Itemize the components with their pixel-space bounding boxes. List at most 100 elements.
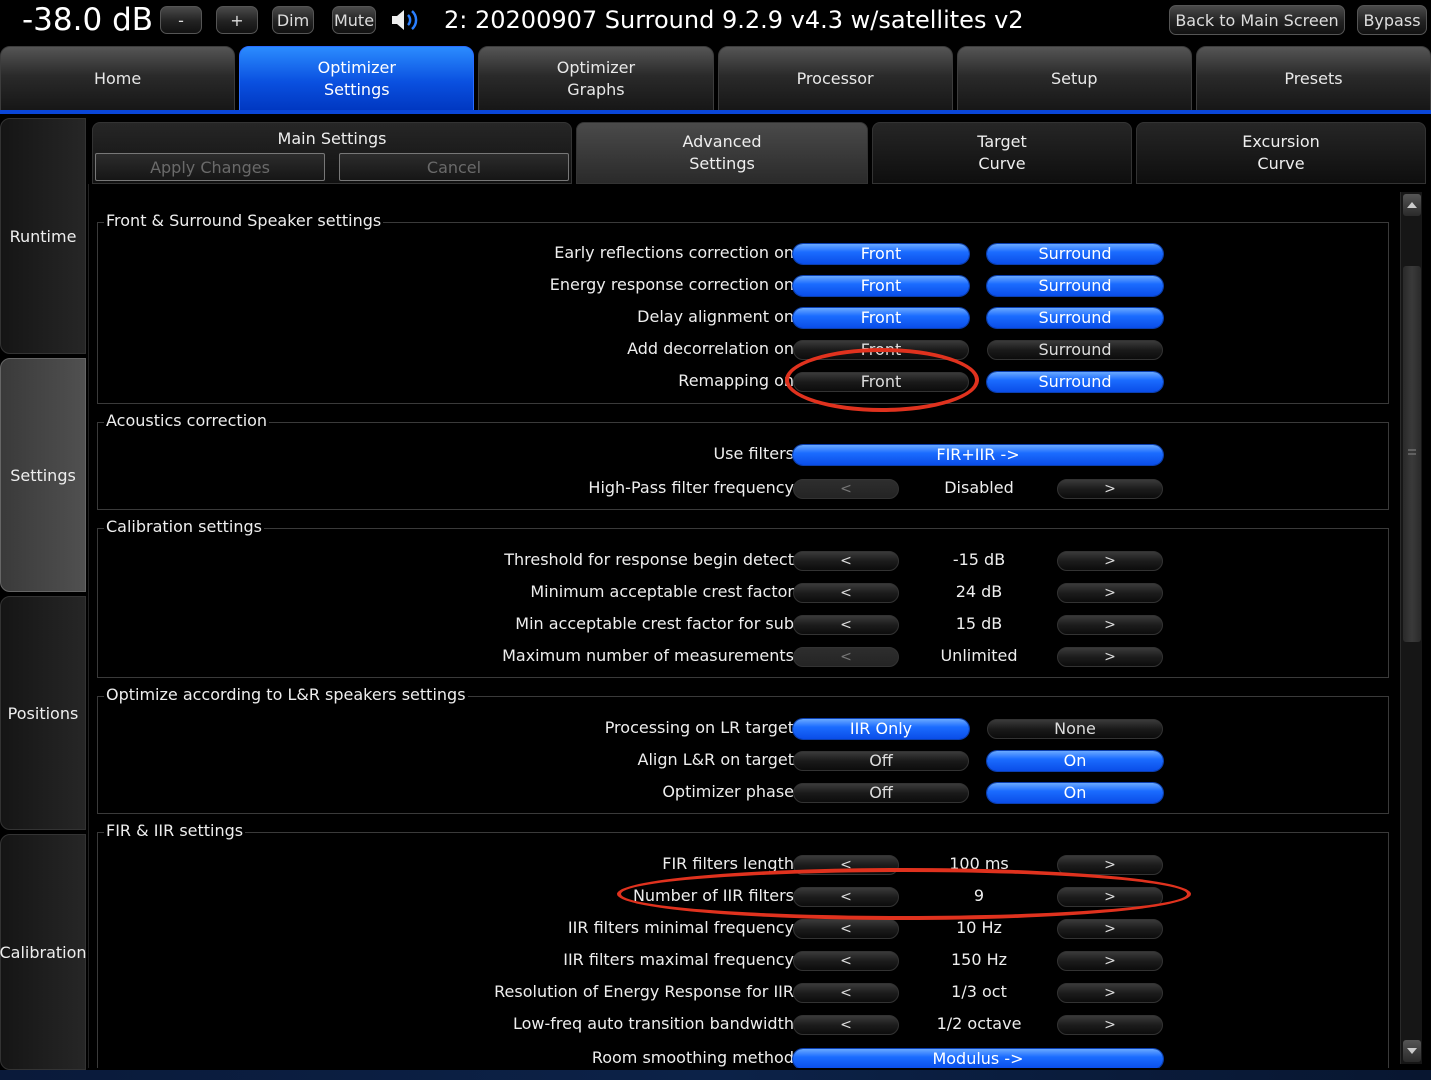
front-toggle[interactable]: Front <box>793 308 969 328</box>
side-tab-runtime[interactable]: Runtime <box>0 118 86 354</box>
tab-main-settings[interactable]: Main Settings Apply Changes Cancel <box>92 122 572 184</box>
side-tab-positions[interactable]: Positions <box>0 596 86 830</box>
row-label: Processing on LR target <box>604 718 794 737</box>
use-filters-selector[interactable]: FIR+IIR -> <box>793 445 1163 465</box>
iir-only-toggle[interactable]: IIR Only <box>793 719 969 739</box>
row-label: IIR filters maximal frequency <box>563 950 794 969</box>
side-tab-calibration[interactable]: Calibration <box>0 834 87 1070</box>
group-title: Acoustics correction <box>104 410 270 432</box>
decrement-arrow[interactable]: < <box>793 583 899 603</box>
decrement-arrow[interactable]: < <box>793 919 899 939</box>
group-title: Front & Surround Speaker settings <box>104 210 384 232</box>
tab-excursion-curve[interactable]: Excursion Curve <box>1136 122 1426 184</box>
apply-changes-button[interactable]: Apply Changes <box>95 153 325 181</box>
increment-arrow[interactable]: > <box>1057 551 1163 571</box>
surround-toggle[interactable]: Surround <box>987 372 1163 392</box>
mute-button[interactable]: Mute <box>332 6 376 34</box>
tab-advanced-settings[interactable]: Advanced Settings <box>576 122 868 184</box>
vertical-scrollbar[interactable] <box>1400 192 1422 1064</box>
surround-toggle[interactable]: Surround <box>987 244 1163 264</box>
row-label: Use filters <box>713 444 794 463</box>
decrement-arrow[interactable]: < <box>793 479 899 499</box>
front-toggle[interactable]: Front <box>793 372 969 392</box>
group-title: FIR & IIR settings <box>104 820 246 842</box>
value-readout: 15 dB <box>955 614 1003 633</box>
tab-setup[interactable]: Setup <box>956 46 1192 112</box>
increment-arrow[interactable]: > <box>1057 983 1163 1003</box>
decrement-arrow[interactable]: < <box>793 983 899 1003</box>
row-label: Remapping on <box>678 371 794 390</box>
row-label: Low-freq auto transition bandwidth <box>513 1014 794 1033</box>
value-readout: 10 Hz <box>956 918 1002 937</box>
value-readout: Unlimited <box>940 646 1018 665</box>
front-toggle[interactable]: Front <box>793 244 969 264</box>
scroll-up-arrow-icon[interactable] <box>1403 194 1421 216</box>
increment-arrow[interactable]: > <box>1057 615 1163 635</box>
preset-title: 2: 20200907 Surround 9.2.9 v4.3 w/satell… <box>444 6 1024 34</box>
cancel-button[interactable]: Cancel <box>339 153 569 181</box>
decrement-arrow[interactable]: < <box>793 647 899 667</box>
row-label: Min acceptable crest factor for sub <box>515 614 794 633</box>
row-label: Delay alignment on <box>637 307 794 326</box>
decrement-arrow[interactable]: < <box>793 855 899 875</box>
increment-arrow[interactable]: > <box>1057 647 1163 667</box>
increment-arrow[interactable]: > <box>1057 919 1163 939</box>
tab-processor[interactable]: Processor <box>717 46 953 112</box>
increment-arrow[interactable]: > <box>1057 855 1163 875</box>
side-tab-settings[interactable]: Settings <box>0 358 86 592</box>
tab-optimizer-settings[interactable]: Optimizer Settings <box>239 46 475 112</box>
row-label: Room smoothing method <box>591 1048 794 1067</box>
on-toggle[interactable]: On <box>987 751 1163 771</box>
row-label: Minimum acceptable crest factor <box>530 582 794 601</box>
scroll-thumb[interactable] <box>1403 266 1421 642</box>
value-readout: 150 Hz <box>950 950 1008 969</box>
tab-underline <box>0 110 1431 114</box>
tab-optimizer-graphs[interactable]: Optimizer Graphs <box>478 46 714 112</box>
scroll-down-arrow-icon[interactable] <box>1403 1040 1421 1062</box>
tab-presets[interactable]: Presets <box>1195 46 1431 112</box>
back-to-main-button[interactable]: Back to Main Screen <box>1169 5 1345 35</box>
decrement-arrow[interactable]: < <box>793 1015 899 1035</box>
decrement-arrow[interactable]: < <box>793 551 899 571</box>
value-readout: Disabled <box>944 478 1014 497</box>
decrement-arrow[interactable]: < <box>793 951 899 971</box>
increment-arrow[interactable]: > <box>1057 887 1163 907</box>
settings-panel: Front & Surround Speaker settings Early … <box>88 184 1400 1068</box>
tab-home[interactable]: Home <box>0 46 236 112</box>
room-smoothing-selector[interactable]: Modulus -> <box>793 1049 1163 1068</box>
off-toggle[interactable]: Off <box>793 751 969 771</box>
surround-toggle[interactable]: Surround <box>987 308 1163 328</box>
bypass-button[interactable]: Bypass <box>1357 5 1427 35</box>
surround-toggle[interactable]: Surround <box>987 276 1163 296</box>
row-label: Early reflections correction on <box>554 243 794 262</box>
tab-target-curve[interactable]: Target Curve <box>872 122 1132 184</box>
top-bar: -38.0 dB - + Dim Mute 2: 20200907 Surrou… <box>0 0 1431 44</box>
app-window: -38.0 dB - + Dim Mute 2: 20200907 Surrou… <box>0 0 1431 1080</box>
row-label: Maximum number of measurements <box>502 646 794 665</box>
front-toggle[interactable]: Front <box>793 340 969 360</box>
none-toggle[interactable]: None <box>987 719 1163 739</box>
decrement-arrow[interactable]: < <box>793 887 899 907</box>
speaker-volume-icon[interactable] <box>388 6 424 34</box>
increment-arrow[interactable]: > <box>1057 479 1163 499</box>
on-toggle[interactable]: On <box>987 783 1163 803</box>
volume-up-button[interactable]: + <box>216 6 258 34</box>
increment-arrow[interactable]: > <box>1057 951 1163 971</box>
off-toggle[interactable]: Off <box>793 783 969 803</box>
increment-arrow[interactable]: > <box>1057 1015 1163 1035</box>
value-readout: 100 ms <box>949 854 1009 873</box>
front-toggle[interactable]: Front <box>793 276 969 296</box>
value-readout: 1/3 oct <box>951 982 1007 1001</box>
row-label: Number of IIR filters <box>632 886 794 905</box>
value-readout: 1/2 octave <box>936 1014 1022 1033</box>
value-readout: -15 dB <box>952 550 1006 569</box>
surround-toggle[interactable]: Surround <box>987 340 1163 360</box>
decrement-arrow[interactable]: < <box>793 615 899 635</box>
row-label: Resolution of Energy Response for IIR <box>494 982 794 1001</box>
increment-arrow[interactable]: > <box>1057 583 1163 603</box>
volume-down-button[interactable]: - <box>160 6 202 34</box>
desktop-background-strip <box>0 1070 1431 1080</box>
row-label: Energy response correction on <box>549 275 794 294</box>
dim-button[interactable]: Dim <box>272 6 314 34</box>
side-tab-bar: Runtime Settings Positions Calibration <box>0 118 87 1070</box>
